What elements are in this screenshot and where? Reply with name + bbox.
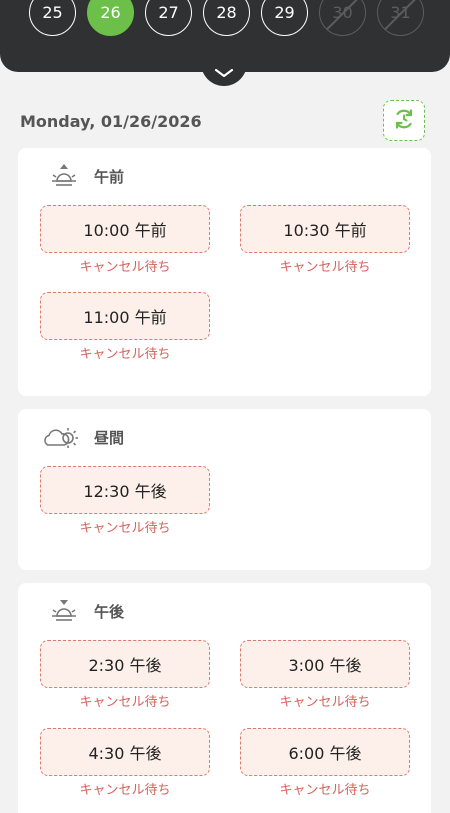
collapse-toggle[interactable] (201, 60, 247, 86)
time-slot: 4:30 午後 キャンセル待ち (40, 728, 210, 798)
refresh-button[interactable] (383, 100, 425, 141)
time-slot-button[interactable]: 12:30 午後 (40, 466, 210, 514)
midday-title: 昼間 (94, 428, 125, 447)
slot-status: キャンセル待ち (79, 521, 171, 536)
time-slot-button[interactable]: 3:00 午後 (240, 640, 410, 688)
time-slot: 6:00 午後 キャンセル待ち (240, 728, 410, 798)
day-29[interactable]: 29 (261, 0, 308, 36)
day-30-disabled: 30 (319, 0, 366, 36)
afternoon-header: 午後 (50, 597, 124, 625)
time-slot-button[interactable]: 11:00 午前 (40, 292, 210, 340)
day-26-selected[interactable]: 26 (87, 0, 134, 36)
slot-status: キャンセル待ち (79, 347, 171, 362)
cloud-sun-icon (42, 423, 80, 451)
morning-header: 午前 (50, 162, 124, 190)
day-27[interactable]: 27 (145, 0, 192, 36)
slot-status: キャンセル待ち (79, 695, 171, 710)
slot-status: キャンセル待ち (79, 260, 171, 275)
time-slot: 10:00 午前 キャンセル待ち (40, 205, 210, 275)
morning-section: 午前 10:00 午前 キャンセル待ち 10:30 午前 キャンセル待ち 11:… (18, 148, 431, 396)
time-slot: 10:30 午前 キャンセル待ち (240, 205, 410, 275)
time-slot: 11:00 午前 キャンセル待ち (40, 292, 210, 362)
time-slot-button[interactable]: 4:30 午後 (40, 728, 210, 776)
time-slot: 3:00 午後 キャンセル待ち (240, 640, 410, 710)
time-slot-button[interactable]: 6:00 午後 (240, 728, 410, 776)
midday-header: 昼間 (42, 423, 124, 451)
time-slot-button[interactable]: 2:30 午後 (40, 640, 210, 688)
selected-date-heading: Monday, 01/26/2026 (20, 112, 202, 131)
afternoon-title: 午後 (94, 602, 125, 621)
afternoon-section: 午後 2:30 午後 キャンセル待ち 3:00 午後 キャンセル待ち 4:30 … (18, 583, 431, 813)
day-selector: 25 26 27 28 29 30 31 (29, 0, 424, 36)
refresh-icon (392, 107, 416, 135)
slot-status: キャンセル待ち (79, 783, 171, 798)
day-25[interactable]: 25 (29, 0, 76, 36)
day-28[interactable]: 28 (203, 0, 250, 36)
midday-section: 昼間 12:30 午後 キャンセル待ち (18, 409, 431, 570)
day-31-disabled: 31 (377, 0, 424, 36)
slot-status: キャンセル待ち (279, 695, 371, 710)
sunrise-icon (50, 162, 78, 190)
morning-title: 午前 (94, 167, 125, 186)
time-slot: 12:30 午後 キャンセル待ち (40, 466, 210, 536)
time-slot: 2:30 午後 キャンセル待ち (40, 640, 210, 710)
time-slot-button[interactable]: 10:00 午前 (40, 205, 210, 253)
slot-status: キャンセル待ち (279, 260, 371, 275)
slot-status: キャンセル待ち (279, 783, 371, 798)
time-slot-button[interactable]: 10:30 午前 (240, 205, 410, 253)
sunset-icon (50, 597, 78, 625)
chevron-down-icon (213, 64, 235, 83)
